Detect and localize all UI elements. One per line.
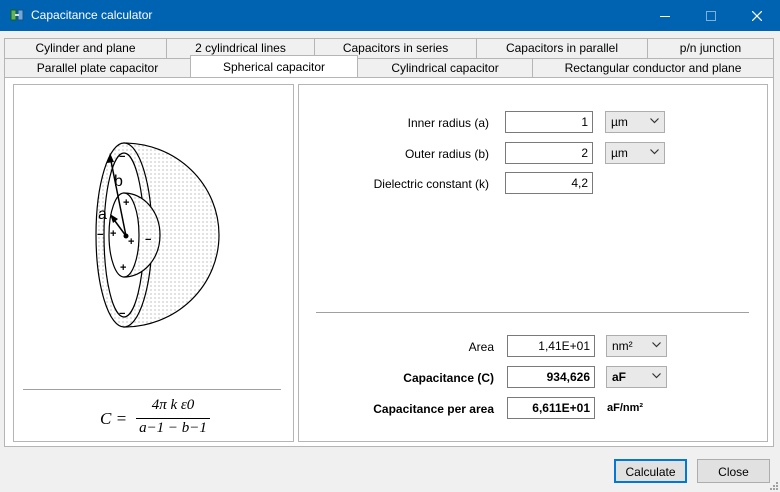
inner-radius-unit-value: µm (611, 115, 628, 129)
area-label: Area (468, 340, 494, 354)
formula-numerator: 4π k ε0 (151, 397, 195, 413)
spherical-capacitor-diagram: b a − − − − + + + + (95, 142, 220, 328)
chevron-down-icon (652, 373, 661, 379)
chevron-down-icon (650, 149, 659, 155)
charge-plus-bottom: + (120, 262, 126, 274)
close-window-button[interactable] (734, 0, 780, 31)
charge-minus-left: − (97, 229, 103, 241)
outer-radius-unit-select[interactable]: µm (605, 142, 665, 164)
tab-cylindrical-capacitor[interactable]: Cylindrical capacitor (357, 58, 533, 78)
minimize-button[interactable] (642, 0, 688, 31)
app-icon (10, 9, 24, 21)
label-a: a (98, 206, 107, 223)
capacitance-unit-value: aF (612, 370, 627, 384)
label-b: b (114, 173, 123, 190)
window-title: Capacitance calculator (31, 8, 153, 22)
outer-radius-input[interactable] (505, 142, 593, 164)
area-unit-value: nm² (612, 339, 633, 353)
maximize-icon (706, 10, 716, 21)
tab-parallel-plate[interactable]: Parallel plate capacitor (4, 58, 191, 78)
charge-minus-right: − (145, 234, 151, 246)
inner-radius-input[interactable] (505, 111, 593, 133)
capacitance-per-area-unit: aF/nm² (607, 402, 644, 414)
formula-divider (23, 389, 281, 390)
dielectric-constant-label: Dielectric constant (k) (373, 177, 489, 191)
formula-denominator: a−1 − b−1 (139, 420, 207, 436)
charge-plus-left: + (110, 228, 116, 240)
inner-radius-unit-select[interactable]: µm (605, 111, 665, 133)
area-unit-select[interactable]: nm² (606, 335, 667, 357)
capacitance-label: Capacitance (C) (403, 371, 494, 385)
chevron-down-icon (652, 342, 661, 348)
fraction-bar (136, 418, 210, 419)
title-bar[interactable]: Capacitance calculator (0, 0, 780, 31)
tab-spherical-capacitor[interactable]: Spherical capacitor (190, 55, 358, 77)
calculate-button[interactable]: Calculate (614, 459, 687, 483)
capacitance-per-area-output[interactable] (507, 397, 595, 419)
chevron-down-icon (650, 118, 659, 124)
calculator-pane: Inner radius (a) µm Outer radius (b) µm … (298, 84, 768, 442)
diagram-pane: b a − − − − + + + + C = 4π k ε0 a−1 − b−… (13, 84, 294, 442)
charge-plus-top: + (123, 197, 129, 209)
outer-radius-label: Outer radius (b) (404, 147, 489, 161)
close-button[interactable]: Close (697, 459, 770, 483)
capacitance-unit-select[interactable]: aF (606, 366, 667, 388)
inner-radius-label: Inner radius (a) (407, 116, 489, 130)
tab-cylinder-plane[interactable]: Cylinder and plane (4, 38, 167, 58)
formula-lhs: C = (100, 409, 128, 428)
close-icon (752, 10, 762, 21)
maximize-button[interactable] (688, 0, 734, 31)
tab-rectangular-conductor[interactable]: Rectangular conductor and plane (532, 58, 774, 78)
results-divider (316, 312, 749, 313)
resize-grip-icon[interactable] (768, 480, 778, 490)
charge-minus-top: − (119, 151, 125, 163)
tab-row-1: Cylinder and plane 2 cylindrical lines C… (0, 38, 780, 58)
dielectric-constant-input[interactable] (505, 172, 593, 194)
tab-row-2: Parallel plate capacitor Spherical capac… (0, 55, 780, 78)
charge-plus-right: + (128, 236, 134, 248)
charge-minus-bottom: − (119, 308, 125, 320)
area-output[interactable] (507, 335, 595, 357)
tab-pn-junction[interactable]: p/n junction (647, 38, 774, 58)
capacitance-output[interactable] (507, 366, 595, 388)
capacitance-formula: C = 4π k ε0 a−1 − b−1 (100, 397, 220, 439)
tab-capacitors-parallel[interactable]: Capacitors in parallel (476, 38, 648, 58)
capacitance-per-area-label: Capacitance per area (373, 402, 494, 416)
outer-radius-unit-value: µm (611, 146, 628, 160)
tab-panel: b a − − − − + + + + C = 4π k ε0 a−1 − b−… (4, 77, 774, 447)
minimize-icon (660, 15, 670, 17)
